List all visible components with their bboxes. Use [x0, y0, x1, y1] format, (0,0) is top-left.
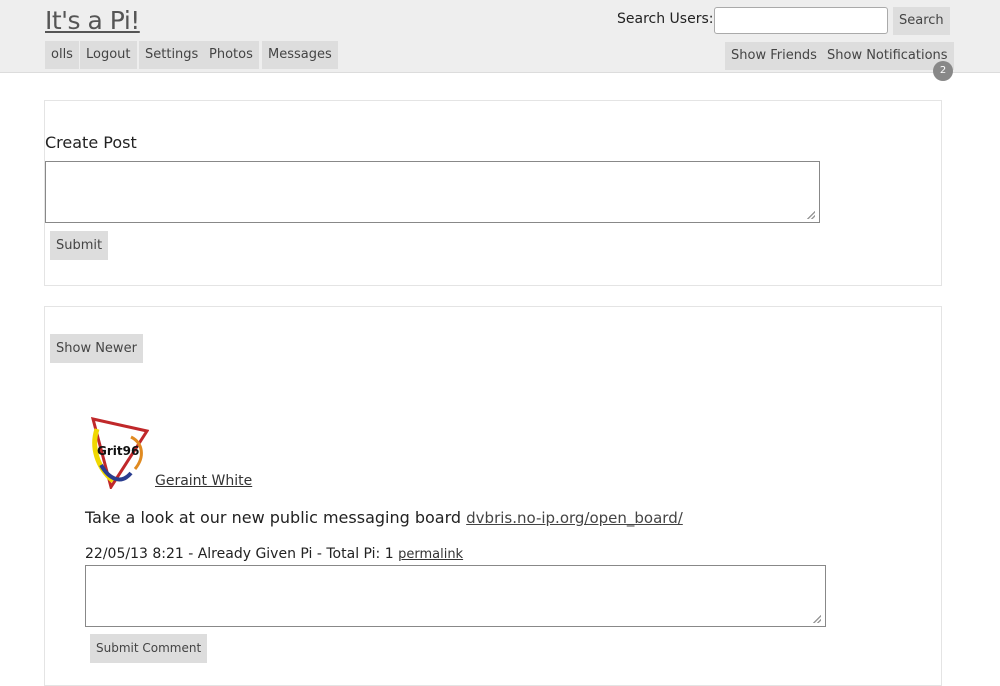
- post-text: Take a look at our new public messaging …: [85, 508, 462, 527]
- nav-logout[interactable]: Logout: [80, 41, 137, 69]
- header-bar: It's a Pi! Search Users: Search olls Log…: [0, 0, 1000, 73]
- notification-count-badge: 2: [933, 61, 953, 81]
- nav-photos[interactable]: Photos: [203, 41, 259, 69]
- avatar[interactable]: Grit96: [90, 417, 150, 491]
- search-users-input[interactable]: [714, 7, 888, 34]
- site-title-link[interactable]: It's a Pi!: [45, 6, 140, 35]
- create-post-textarea[interactable]: [45, 161, 820, 223]
- create-post-panel: Create Post Submit: [44, 100, 942, 286]
- post-author-link[interactable]: Geraint White: [155, 473, 252, 489]
- resize-grip-icon[interactable]: [807, 211, 815, 219]
- post-link[interactable]: dvbris.no-ip.org/open_board/: [466, 509, 683, 527]
- nav-settings[interactable]: Settings: [139, 41, 205, 69]
- post-meta-text: 22/05/13 8:21 - Already Given Pi - Total…: [85, 546, 394, 562]
- nav-messages[interactable]: Messages: [262, 41, 338, 69]
- submit-post-button[interactable]: Submit: [50, 231, 109, 260]
- submit-comment-button[interactable]: Submit Comment: [90, 634, 208, 663]
- show-newer-button[interactable]: Show Newer: [50, 334, 143, 363]
- search-label: Search Users:: [617, 11, 714, 27]
- resize-grip-icon[interactable]: [813, 615, 821, 623]
- feed-panel: Show Newer Grit96 Geraint White Take a l…: [44, 306, 942, 686]
- grit96-logo-icon: Grit96: [90, 417, 150, 491]
- search-button[interactable]: Search: [893, 7, 950, 35]
- post-meta: 22/05/13 8:21 - Already Given Pi - Total…: [85, 546, 463, 562]
- create-post-title: Create Post: [45, 133, 137, 152]
- nav-polls[interactable]: olls: [45, 41, 79, 69]
- avatar-text: Grit96: [97, 444, 139, 458]
- comment-textarea[interactable]: [85, 565, 826, 627]
- show-friends-button[interactable]: Show Friends: [725, 42, 823, 70]
- permalink-link[interactable]: permalink: [398, 547, 463, 562]
- post-body: Take a look at our new public messaging …: [85, 508, 683, 527]
